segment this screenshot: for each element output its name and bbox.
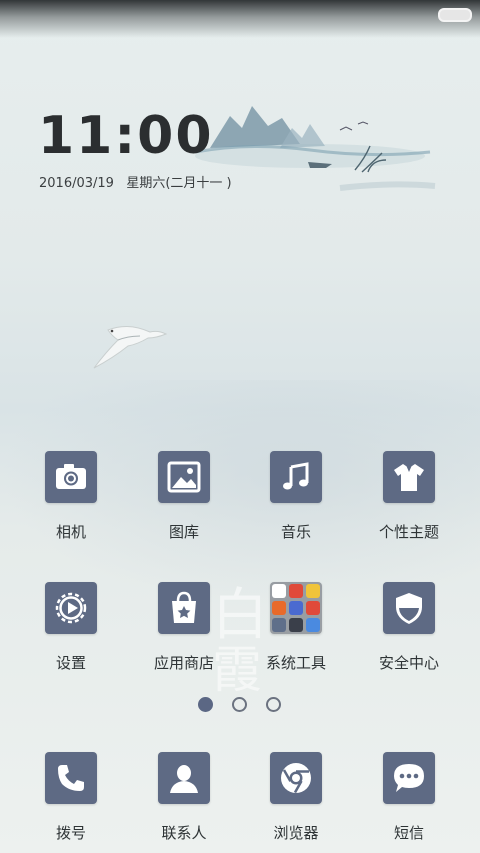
app-label: 短信 xyxy=(393,824,424,842)
clock-date: 2016/03/19 星期六(二月十一 ) xyxy=(39,176,232,191)
app-label: 音乐 xyxy=(280,523,311,541)
landscape-painting xyxy=(194,106,436,191)
app-label: 拨号 xyxy=(55,824,86,842)
music-icon xyxy=(270,451,322,503)
app-themes[interactable]: 个性主题 xyxy=(354,451,464,542)
app-label: 应用商店 xyxy=(153,654,214,672)
battery-icon xyxy=(438,8,472,22)
app-gallery[interactable]: 图库 xyxy=(129,451,239,542)
app-label: 系统工具 xyxy=(265,654,326,672)
app-music[interactable]: 音乐 xyxy=(241,451,351,542)
page-dot-2[interactable] xyxy=(232,697,247,712)
settings-gear-icon xyxy=(45,582,97,634)
app-camera[interactable]: 相机 xyxy=(16,451,126,542)
messages-icon xyxy=(383,752,435,804)
seagull-painting xyxy=(93,326,168,369)
page-dot-1[interactable] xyxy=(198,697,213,712)
app-system-tools-folder[interactable]: 系统工具 xyxy=(241,582,351,673)
status-bar xyxy=(0,0,480,38)
dock-dialer[interactable]: 拨号 xyxy=(16,752,126,843)
browser-icon xyxy=(270,752,322,804)
app-label: 图库 xyxy=(168,523,199,541)
app-label: 浏览器 xyxy=(273,824,319,842)
phone-icon xyxy=(45,752,97,804)
clock-time[interactable]: 11:00 xyxy=(38,108,214,164)
app-store-bag-icon xyxy=(158,582,210,634)
theme-shirt-icon xyxy=(383,451,435,503)
page-indicator xyxy=(0,697,480,717)
dock-messages[interactable]: 短信 xyxy=(354,752,464,843)
app-security-center[interactable]: 安全中心 xyxy=(354,582,464,673)
dock-contacts[interactable]: 联系人 xyxy=(129,752,239,843)
gallery-icon xyxy=(158,451,210,503)
app-label: 个性主题 xyxy=(378,523,439,541)
dock-browser[interactable]: 浏览器 xyxy=(241,752,351,843)
app-label: 安全中心 xyxy=(378,654,439,672)
app-store[interactable]: 应用商店 xyxy=(129,582,239,673)
system-tools-folder-icon xyxy=(270,582,322,634)
app-settings[interactable]: 设置 xyxy=(16,582,126,673)
app-label: 联系人 xyxy=(161,824,207,842)
contacts-icon xyxy=(158,752,210,804)
security-shield-icon xyxy=(383,582,435,634)
app-label: 设置 xyxy=(55,654,86,672)
app-label: 相机 xyxy=(55,523,86,541)
page-dot-3[interactable] xyxy=(266,697,281,712)
camera-icon xyxy=(45,451,97,503)
